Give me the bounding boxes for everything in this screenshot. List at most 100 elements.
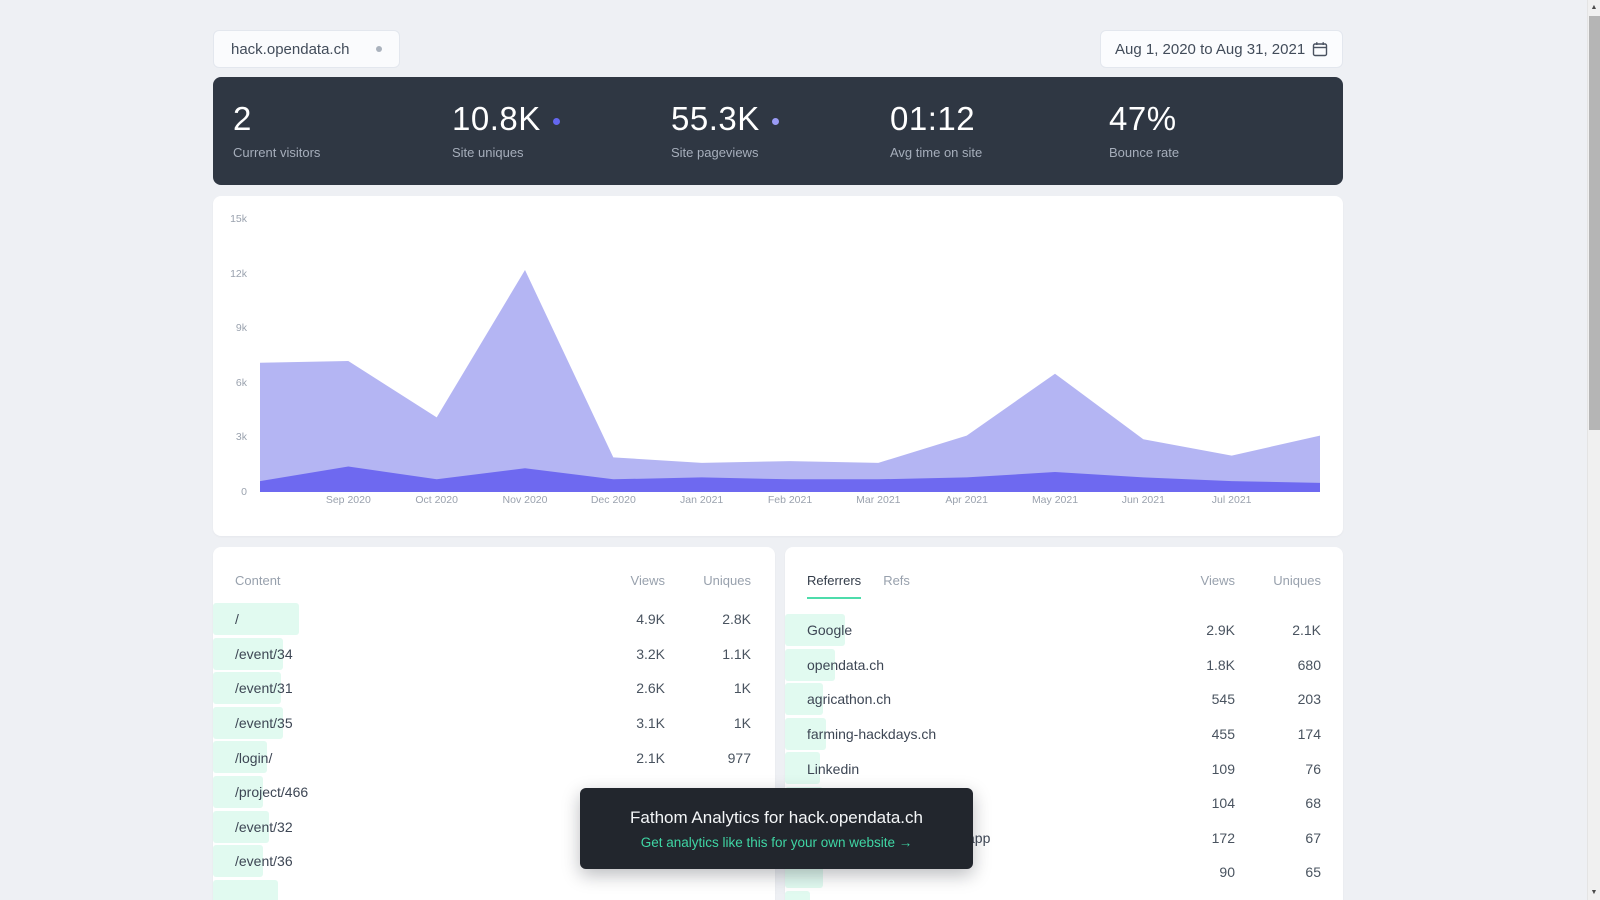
referrer-row[interactable]: [785, 890, 1343, 900]
row-views-value: 90: [1219, 864, 1235, 881]
referrer-row[interactable]: Google 2.9K 2.1K: [785, 613, 1343, 648]
content-row[interactable]: /event/35 3.1K 1K: [213, 706, 775, 741]
row-uniques-value: 67: [1305, 829, 1321, 846]
scrollbar-up-icon[interactable]: ▲: [1588, 0, 1600, 15]
referrer-row-label: farming-hackdays.ch: [807, 726, 937, 743]
date-range-label: Aug 1, 2020 to Aug 31, 2021: [1115, 40, 1306, 58]
row-uniques-value: 2.1K: [1292, 622, 1321, 639]
row-uniques-value: 1K: [733, 680, 751, 697]
stat-label: Site uniques: [452, 145, 524, 160]
referrer-row[interactable]: opendata.ch 1.8K 680: [785, 648, 1343, 683]
y-tick-label: 9k: [235, 322, 247, 335]
referrer-row-label: agricathon.ch: [807, 691, 892, 708]
row-uniques-value: 1.1K: [722, 645, 751, 662]
page-scrollbar[interactable]: ▲ ▼: [1587, 0, 1600, 900]
row-views-value: 172: [1211, 829, 1235, 846]
scrollbar-down-icon[interactable]: ▼: [1588, 885, 1600, 900]
referrer-row[interactable]: Linkedin 109 76: [785, 751, 1343, 786]
views-column-header: Views: [1200, 573, 1235, 588]
scrollbar-thumb[interactable]: [1589, 16, 1600, 430]
x-tick-label: Feb 2021: [767, 494, 813, 506]
content-row-label: /event/31: [235, 680, 293, 697]
x-tick-label: May 2021: [1031, 494, 1079, 506]
stat-value: 47%: [1109, 100, 1177, 137]
x-tick-label: Oct 2020: [415, 494, 458, 506]
x-tick-label: Dec 2020: [590, 494, 636, 506]
row-uniques-value: 203: [1297, 691, 1321, 708]
row-views-value: 545: [1211, 691, 1235, 708]
referrer-row[interactable]: agricathon.ch 545 203: [785, 682, 1343, 717]
stats-summary-bar: 2 Current visitors 10.8K Site uniques 55…: [213, 77, 1343, 185]
site-selector-button[interactable]: hack.opendata.ch: [213, 30, 400, 68]
banner-promo-link[interactable]: Get analytics like this for your own web…: [641, 835, 913, 850]
y-tick-label: 3k: [235, 431, 247, 444]
y-tick-label: 15k: [230, 213, 247, 225]
referrers-panel-header: Referrers Refs Views Uniques: [785, 547, 1343, 613]
x-tick-label: Nov 2020: [502, 494, 548, 506]
row-views-value: 104: [1211, 795, 1235, 812]
stat-label: Site pageviews: [671, 145, 759, 160]
stat-label: Avg time on site: [890, 145, 983, 160]
stat-site-pageviews: 55.3K Site pageviews: [671, 101, 890, 185]
uniques-legend-dot-icon: [552, 117, 560, 125]
pageviews-legend-dot-icon: [771, 117, 779, 125]
x-tick-label: Jul 2021: [1211, 494, 1252, 506]
tab-refs[interactable]: Refs: [883, 573, 910, 597]
content-row[interactable]: / 4.9K 2.8K: [213, 602, 775, 637]
row-uniques-value: 977: [727, 749, 751, 766]
row-views-value: 3.1K: [636, 715, 665, 732]
stat-label: Current visitors: [233, 145, 321, 160]
y-tick-label: 6k: [235, 376, 247, 389]
content-row[interactable]: /event/34 3.2K 1.1K: [213, 637, 775, 672]
row-views-value: 109: [1211, 760, 1235, 777]
referrers-tabs: Referrers Refs: [807, 573, 1155, 599]
chart-series-site-pageviews: [260, 270, 1320, 492]
calendar-icon: [1312, 41, 1328, 57]
y-tick-label: 12k: [230, 267, 247, 280]
row-uniques-value: 65: [1305, 864, 1321, 881]
content-row-label: /event/35: [235, 715, 293, 732]
stat-label: Bounce rate: [1109, 145, 1180, 160]
row-highlight-bar-icon: [213, 879, 278, 900]
row-uniques-value: 1K: [733, 715, 751, 732]
site-name: hack.opendata.ch: [231, 40, 350, 58]
x-tick-label: Apr 2021: [945, 494, 988, 506]
content-row[interactable]: /event/31 2.6K 1K: [213, 671, 775, 706]
content-row-label: /event/32: [235, 818, 293, 835]
content-panel-header: Content Views Uniques: [213, 547, 775, 602]
traffic-area-chart: [260, 270, 1320, 492]
row-uniques-value: 174: [1297, 726, 1321, 743]
site-status-dot-icon: [376, 46, 382, 52]
content-row[interactable]: [213, 879, 775, 900]
referrer-row-label: opendata.ch: [807, 656, 885, 673]
row-highlight-bar-icon: [785, 890, 810, 900]
content-row-label: /login/: [235, 749, 273, 766]
fathom-promo-banner: Fathom Analytics for hack.opendata.ch Ge…: [580, 788, 973, 869]
content-row[interactable]: /login/2.1K 977: [213, 740, 775, 775]
row-uniques-value: 680: [1297, 656, 1321, 673]
row-views-value: 2.1K: [636, 749, 665, 766]
row-uniques-value: 2.8K: [722, 611, 751, 628]
row-uniques-value: 68: [1305, 795, 1321, 812]
referrer-row[interactable]: farming-hackdays.ch 455 174: [785, 717, 1343, 752]
y-tick-label: 0: [241, 486, 247, 498]
x-tick-label: Jun 2021: [1121, 494, 1165, 506]
stat-site-uniques: 10.8K Site uniques: [452, 101, 671, 185]
x-tick-label: Jan 2021: [680, 494, 724, 506]
row-views-value: 4.9K: [636, 611, 665, 628]
x-tick-label: Sep 2020: [325, 494, 371, 506]
stat-value: 2: [233, 100, 252, 137]
banner-title: Fathom Analytics for hack.opendata.ch: [630, 807, 923, 827]
stat-current-visitors: 2 Current visitors: [233, 101, 452, 185]
content-row-label: /event/34: [235, 645, 293, 662]
stat-value: 01:12: [890, 100, 976, 137]
date-range-button[interactable]: Aug 1, 2020 to Aug 31, 2021: [1100, 30, 1343, 68]
tab-referrers[interactable]: Referrers: [807, 573, 862, 599]
traffic-chart-card: 15k 12k 9k 6k 3k 0 Sep 2020 Oct 2020 Nov 2020 De…: [213, 196, 1343, 536]
stat-value: 55.3K: [671, 100, 760, 137]
uniques-column-header: Uniques: [703, 573, 751, 588]
row-uniques-value: 76: [1305, 760, 1321, 777]
uniques-column-header: Uniques: [1273, 573, 1321, 588]
x-tick-label: Mar 2021: [856, 494, 901, 506]
row-views-value: 2.9K: [1206, 622, 1235, 639]
